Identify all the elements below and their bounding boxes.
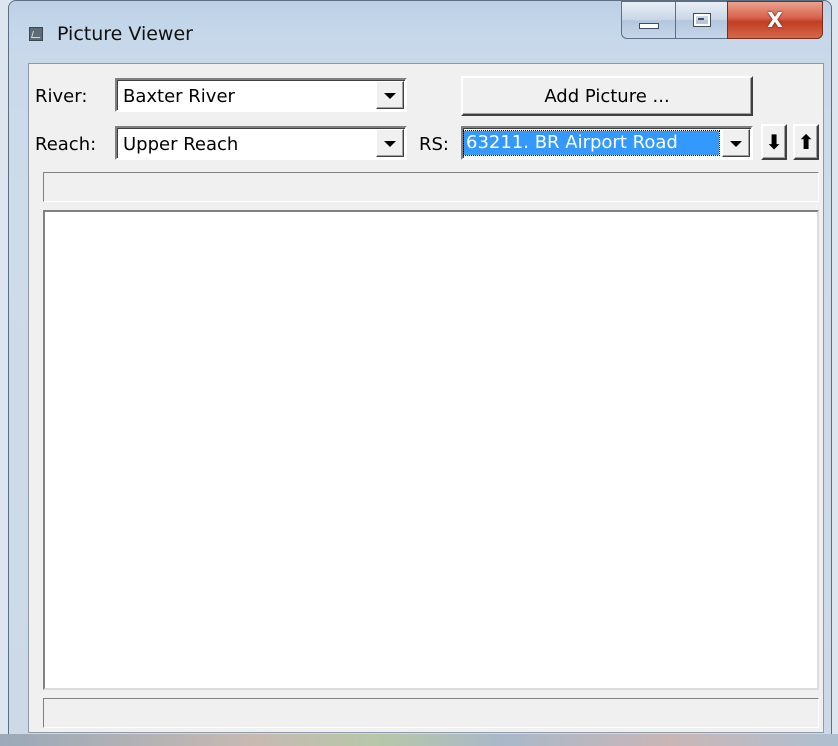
minimize-button[interactable] bbox=[621, 1, 675, 39]
picture-display-area[interactable] bbox=[43, 210, 819, 690]
desktop-background bbox=[0, 734, 838, 746]
picture-viewer-window: Picture Viewer X River: Baxter River Add… bbox=[8, 0, 832, 738]
reach-dropdown-arrow-icon[interactable] bbox=[376, 129, 404, 157]
status-bar bbox=[43, 698, 819, 728]
close-icon: X bbox=[767, 8, 783, 32]
rs-dropdown-arrow-icon[interactable] bbox=[722, 129, 750, 157]
previous-section-button[interactable]: ⬆ bbox=[793, 124, 819, 160]
title-bar[interactable]: Picture Viewer X bbox=[9, 1, 831, 63]
river-dropdown-arrow-icon[interactable] bbox=[376, 81, 404, 109]
maximize-button[interactable] bbox=[675, 1, 727, 39]
minimize-icon bbox=[638, 23, 659, 29]
river-label: River: bbox=[35, 86, 88, 107]
picture-path-field bbox=[43, 172, 819, 202]
reach-value: Upper Reach bbox=[123, 134, 239, 155]
river-value: Baxter River bbox=[123, 86, 235, 107]
rs-combobox[interactable]: 63211. BR Airport Road bbox=[461, 126, 753, 160]
reach-label: Reach: bbox=[35, 134, 97, 155]
rs-label: RS: bbox=[419, 134, 449, 155]
maximize-icon bbox=[692, 13, 711, 27]
add-picture-button[interactable]: Add Picture ... bbox=[461, 76, 753, 116]
client-area: River: Baxter River Add Picture ... Reac… bbox=[28, 63, 824, 733]
picture-viewer-icon[interactable] bbox=[29, 27, 43, 41]
window-title: Picture Viewer bbox=[57, 23, 193, 45]
rs-value: 63211. BR Airport Road bbox=[463, 130, 720, 156]
caption-buttons: X bbox=[621, 1, 823, 39]
reach-combobox[interactable]: Upper Reach bbox=[115, 126, 407, 160]
close-button[interactable]: X bbox=[727, 1, 823, 39]
river-combobox[interactable]: Baxter River bbox=[115, 78, 407, 112]
arrow-down-icon: ⬇ bbox=[765, 130, 783, 154]
next-section-button[interactable]: ⬇ bbox=[761, 124, 787, 160]
arrow-up-icon: ⬆ bbox=[797, 130, 815, 154]
